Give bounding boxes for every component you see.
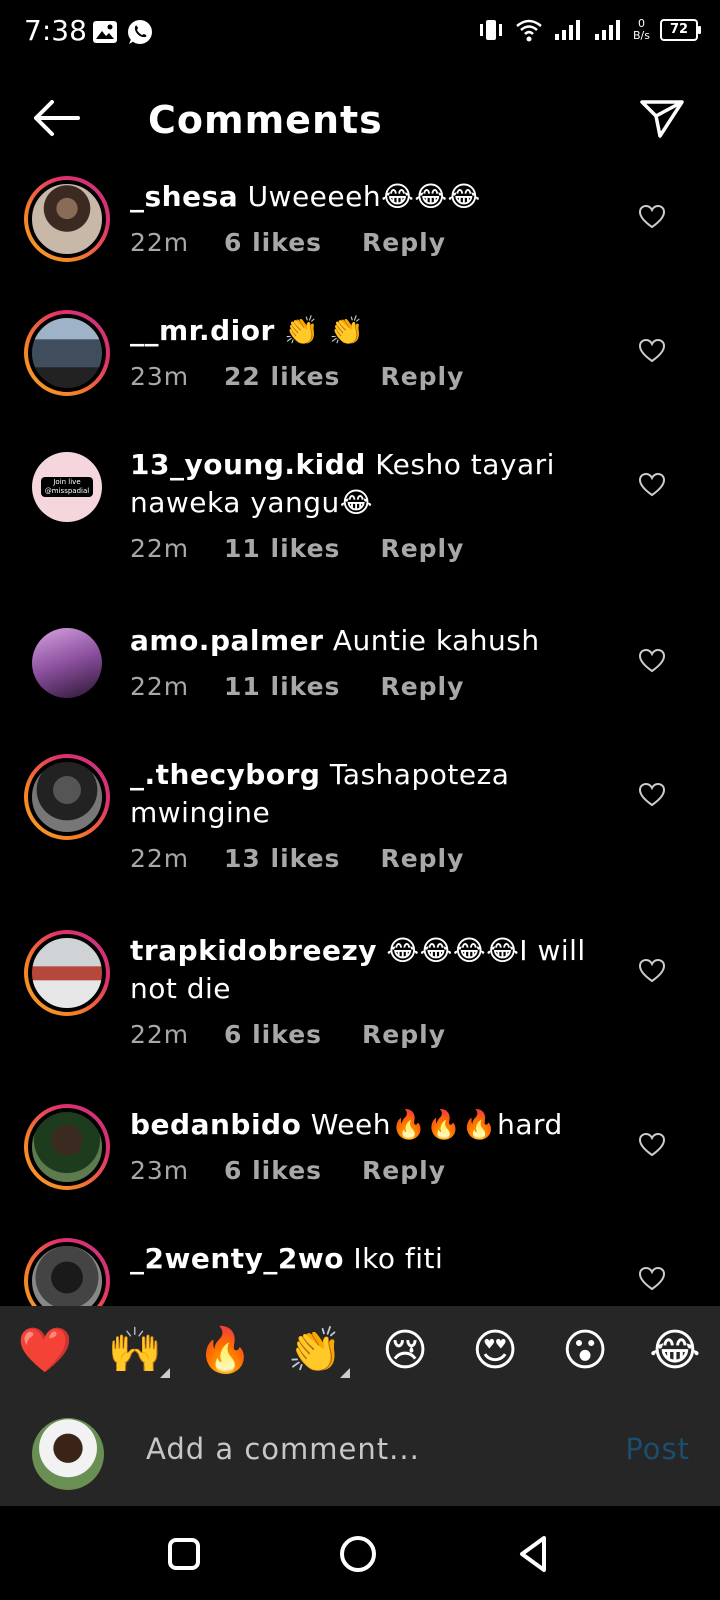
comment-time: 22m	[130, 844, 190, 873]
reply-button[interactable]: Reply	[362, 1152, 446, 1190]
emoji-heart-eyes-button[interactable]: 😍	[460, 1325, 530, 1376]
signal-2-icon	[595, 20, 621, 40]
header: Comments	[0, 86, 720, 156]
reply-button[interactable]: Reply	[380, 840, 464, 878]
comment-text: Weeh🔥🔥🔥hard	[310, 1108, 563, 1141]
avatar[interactable]: Join live @misspadial	[24, 444, 110, 530]
comment-time: 22m	[130, 534, 190, 563]
skin-tone-indicator	[160, 1368, 170, 1378]
comment-likes[interactable]: 11 likes	[224, 668, 340, 706]
vibrate-icon	[480, 20, 503, 40]
comment-likes[interactable]: 6 likes	[224, 1152, 322, 1190]
comment-input-bar: Add a comment... Post	[0, 1394, 720, 1506]
like-heart-icon[interactable]	[638, 337, 666, 365]
like-heart-icon[interactable]	[638, 1131, 666, 1159]
comment-username[interactable]: bedanbido	[130, 1108, 301, 1141]
comment-username[interactable]: _shesa	[130, 180, 238, 213]
emoji-laughing-button[interactable]: 😂	[640, 1325, 710, 1376]
comment-text: Iko fiti	[353, 1242, 444, 1275]
avatar[interactable]	[24, 310, 110, 396]
wifi-icon	[516, 19, 542, 42]
comment-username[interactable]: __mr.dior	[130, 314, 275, 347]
system-nav-bar	[0, 1506, 720, 1600]
comment-list[interactable]: _shesa Uweeeeh😂😂😂 22m 6 likes Reply __mr.d…	[0, 168, 720, 1306]
avatar[interactable]	[24, 176, 110, 262]
like-heart-icon[interactable]	[638, 781, 666, 809]
comment-likes[interactable]: 6 likes	[224, 224, 322, 262]
reply-button[interactable]: Reply	[380, 530, 464, 568]
avatar[interactable]	[24, 754, 110, 840]
comment-input[interactable]: Add a comment...	[146, 1432, 420, 1466]
battery-indicator: 72	[660, 19, 701, 41]
skin-tone-indicator	[340, 1368, 350, 1378]
emoji-heart-button[interactable]: ❤️	[10, 1324, 80, 1376]
comment-text: 👏 👏	[284, 314, 365, 347]
signal-1-icon	[555, 20, 581, 40]
comment-time: 23m	[130, 362, 190, 391]
comment-likes[interactable]: 6 likes	[224, 1016, 322, 1054]
like-heart-icon[interactable]	[638, 1265, 666, 1293]
avatar[interactable]	[24, 930, 110, 1016]
comment-likes[interactable]: 13 likes	[224, 840, 340, 878]
emoji-quick-bar: ❤️ 🙌 🔥 👏 😢 😍 😮 😂	[0, 1306, 720, 1394]
reply-button[interactable]: Reply	[380, 358, 464, 396]
comment-username[interactable]: _2wenty_2wo	[130, 1242, 344, 1275]
comment-username[interactable]: amo.palmer	[130, 624, 323, 657]
current-user-avatar	[32, 1418, 104, 1490]
back-nav-icon[interactable]	[512, 1532, 556, 1576]
like-heart-icon[interactable]	[638, 471, 666, 499]
comment-time: 22m	[130, 1020, 190, 1049]
reply-button[interactable]: Reply	[362, 1016, 446, 1054]
emoji-clap-button[interactable]: 👏	[280, 1324, 350, 1378]
comment-time: 23m	[130, 1156, 190, 1185]
like-heart-icon[interactable]	[638, 957, 666, 985]
comment-likes[interactable]: 22 likes	[224, 358, 340, 396]
reply-button[interactable]: Reply	[362, 224, 446, 262]
like-heart-icon[interactable]	[638, 203, 666, 231]
emoji-surprised-button[interactable]: 😮	[550, 1325, 620, 1376]
comment-username[interactable]: _.thecyborg	[130, 758, 320, 791]
comment-username[interactable]: trapkidobreezy	[130, 934, 377, 967]
status-bar: 7:38 0 B/s 72	[0, 0, 720, 64]
whatsapp-notification-icon	[128, 20, 152, 44]
avatar[interactable]	[24, 1238, 110, 1306]
like-heart-icon[interactable]	[638, 647, 666, 675]
comment-username[interactable]: 13_young.kidd	[130, 448, 366, 481]
send-icon[interactable]	[638, 96, 686, 140]
page-title: Comments	[148, 98, 383, 142]
home-icon[interactable]	[336, 1532, 380, 1576]
comment-time: 22m	[130, 672, 190, 701]
comment-likes[interactable]: 11 likes	[224, 530, 340, 568]
emoji-fire-button[interactable]: 🔥	[190, 1324, 260, 1376]
back-arrow-icon[interactable]	[30, 96, 82, 140]
emoji-crying-button[interactable]: 😢	[370, 1325, 440, 1376]
net-speed: 0 B/s	[633, 17, 650, 42]
gallery-notification-icon	[93, 21, 117, 43]
avatar[interactable]	[24, 620, 110, 706]
avatar[interactable]	[24, 1104, 110, 1190]
emoji-raising-hands-button[interactable]: 🙌	[100, 1324, 170, 1378]
comment-text: Uweeeeh😂😂😂	[247, 180, 481, 213]
recent-apps-icon[interactable]	[162, 1532, 206, 1576]
status-time: 7:38	[24, 14, 87, 47]
comment-text: Auntie kahush	[332, 624, 540, 657]
comment-time: 22m	[130, 228, 190, 257]
reply-button[interactable]: Reply	[380, 668, 464, 706]
post-button[interactable]: Post	[625, 1432, 690, 1466]
